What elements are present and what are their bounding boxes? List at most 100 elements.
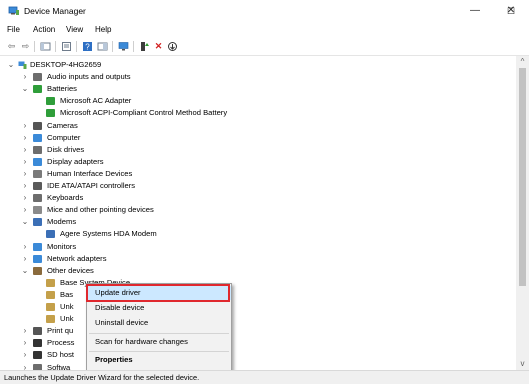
vertical-scrollbar[interactable]: ^ v	[516, 56, 529, 370]
tree-item-label: Cameras	[47, 120, 78, 130]
tree-category-item[interactable]: ⌄ Modems	[0, 216, 516, 228]
uninstall-icon[interactable]: ✕	[153, 41, 164, 52]
device-tree: ⌄ DESKTOP-4HG2659 › Audio inputs and outp…	[0, 56, 516, 370]
tree-root[interactable]: ⌄ DESKTOP-4HG2659	[0, 59, 516, 71]
monitor-icon	[33, 242, 42, 251]
chevron-right-icon[interactable]: ›	[21, 362, 29, 371]
tree-device-item[interactable]: Unk	[0, 313, 516, 325]
context-menu-item-label: Properties	[95, 355, 133, 364]
scroll-up-arrow-icon[interactable]: ^	[516, 56, 529, 68]
context-menu-properties[interactable]: Properties	[87, 353, 231, 367]
title-bar: Device Manager — ☐	[0, 0, 529, 22]
close-button[interactable]: ✕	[493, 0, 529, 22]
show-hide-console-tree-icon[interactable]	[40, 41, 51, 52]
tree-category-item[interactable]: › Print qu	[0, 325, 516, 337]
details-pane-icon[interactable]	[97, 41, 108, 52]
scan-hardware-icon[interactable]	[167, 41, 178, 52]
tree-item-label: Human Interface Devices	[47, 168, 133, 178]
forward-icon[interactable]: ⇨	[20, 41, 31, 52]
chevron-down-icon[interactable]: ⌄	[21, 265, 29, 277]
chevron-down-icon[interactable]: ⌄	[7, 59, 15, 71]
annotation-highlight-box	[86, 284, 230, 302]
context-menu-scan-hardware[interactable]: Scan for hardware changes	[87, 335, 231, 349]
tree-category-item[interactable]: › Monitors	[0, 241, 516, 253]
toolbar-separator	[112, 41, 113, 52]
tree-category-item[interactable]: › Keyboards	[0, 192, 516, 204]
chevron-right-icon[interactable]: ›	[21, 168, 29, 180]
processor-icon	[33, 339, 42, 348]
chevron-right-icon[interactable]: ›	[21, 337, 29, 349]
help-icon[interactable]: ?	[82, 41, 93, 52]
tree-category-item[interactable]: › Disk drives	[0, 144, 516, 156]
modem-icon	[33, 218, 42, 227]
tree-device-item[interactable]: Unk	[0, 301, 516, 313]
chevron-down-icon[interactable]: ⌄	[21, 216, 29, 228]
scrollbar-thumb[interactable]	[519, 68, 526, 286]
tree-category-item[interactable]: ⌄ Batteries	[0, 83, 516, 95]
tree-item-label: Process	[47, 338, 75, 348]
tree-category-item[interactable]: ⌄ Other devices	[0, 265, 516, 277]
toolbar-separator	[55, 41, 56, 52]
context-menu-uninstall-device[interactable]: Uninstall device	[87, 316, 231, 330]
context-menu-item-label: Uninstall device	[95, 318, 149, 327]
tree-item-label: Agere Systems HDA Modem	[60, 229, 157, 239]
tree-category-item[interactable]: › Cameras	[0, 120, 516, 132]
update-driver-icon[interactable]	[139, 41, 150, 52]
chevron-right-icon[interactable]: ›	[21, 132, 29, 144]
ide-controller-icon	[33, 182, 42, 190]
tree-category-item[interactable]: › Process	[0, 337, 516, 349]
tree-category-item[interactable]: › SD host	[0, 349, 516, 361]
chevron-right-icon[interactable]: ›	[21, 349, 29, 361]
menu-bar: File Action View Help	[0, 22, 529, 38]
chevron-right-icon[interactable]: ›	[21, 71, 29, 83]
battery-device-icon	[46, 109, 55, 118]
tree-device-item[interactable]: Microsoft AC Adapter	[0, 95, 516, 107]
chevron-right-icon[interactable]: ›	[21, 144, 29, 156]
chevron-right-icon[interactable]: ›	[21, 192, 29, 204]
chevron-right-icon[interactable]: ›	[21, 253, 29, 265]
tree-item-label: Audio inputs and outputs	[47, 72, 131, 82]
tree-root-label: DESKTOP-4HG2659	[30, 60, 102, 69]
chevron-down-icon[interactable]: ⌄	[21, 83, 29, 95]
back-icon[interactable]: ⇦	[6, 41, 17, 52]
scroll-down-arrow-icon[interactable]: v	[516, 358, 529, 370]
print-queue-icon	[33, 327, 42, 336]
toolbar-separator	[133, 41, 134, 52]
tree-category-item[interactable]: › Human Interface Devices	[0, 168, 516, 180]
unknown-device-warning-icon	[46, 315, 55, 324]
chevron-right-icon[interactable]: ›	[21, 156, 29, 168]
monitor-icon[interactable]	[118, 41, 129, 52]
chevron-right-icon[interactable]: ›	[21, 120, 29, 132]
chevron-right-icon[interactable]: ›	[21, 325, 29, 337]
tree-category-item[interactable]: › IDE ATA/ATAPI controllers	[0, 180, 516, 192]
tree-category-item[interactable]: › Mice and other pointing devices	[0, 204, 516, 216]
unknown-device-warning-icon	[46, 278, 55, 287]
tree-item-label: Disk drives	[47, 144, 85, 154]
context-menu-disable-device[interactable]: Disable device	[87, 301, 231, 315]
tree-device-item[interactable]: Agere Systems HDA Modem	[0, 228, 516, 240]
properties-icon[interactable]	[61, 41, 72, 52]
modem-device-icon	[46, 230, 55, 239]
tree-category-item[interactable]: › Softwa	[0, 362, 516, 371]
other-devices-icon	[33, 266, 42, 275]
tree-category-item[interactable]: › Display adapters	[0, 156, 516, 168]
menu-help[interactable]: Help	[95, 25, 111, 34]
menu-file[interactable]: File	[7, 25, 20, 34]
minimize-button[interactable]: —	[457, 0, 493, 22]
tree-item-label: Keyboards	[47, 193, 84, 203]
tree-device-item[interactable]: Base System Device	[0, 277, 516, 289]
window-title: Device Manager	[24, 6, 86, 16]
chevron-right-icon[interactable]: ›	[21, 241, 29, 253]
chevron-right-icon[interactable]: ›	[21, 180, 29, 192]
tree-category-item[interactable]: › Computer	[0, 132, 516, 144]
tree-category-item[interactable]: › Network adapters	[0, 253, 516, 265]
menu-view[interactable]: View	[66, 25, 83, 34]
tree-device-item[interactable]: Microsoft ACPI-Compliant Control Method …	[0, 107, 516, 119]
toolbar-separator	[34, 41, 35, 52]
tree-item-label: Monitors	[47, 241, 77, 251]
chevron-right-icon[interactable]: ›	[21, 204, 29, 216]
menu-action[interactable]: Action	[33, 25, 55, 34]
tree-device-item[interactable]: Bas	[0, 289, 516, 301]
toolbar: ⇦ ⇨ ? ✕	[0, 38, 529, 56]
tree-category-item[interactable]: › Audio inputs and outputs	[0, 71, 516, 83]
